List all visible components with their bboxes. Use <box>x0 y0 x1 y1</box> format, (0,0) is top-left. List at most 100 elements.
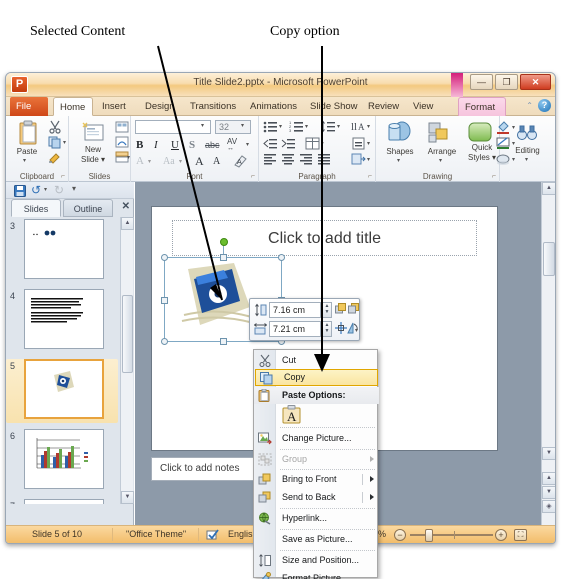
text-direction-icon[interactable]: ll A <box>351 119 367 133</box>
italic-button[interactable]: I <box>154 139 158 151</box>
align-right-icon[interactable] <box>299 153 313 165</box>
tab-format[interactable]: Format <box>458 97 506 116</box>
paragraph-dialog-launcher[interactable]: ⌐ <box>368 173 372 180</box>
menu-item-hyperlink[interactable]: Hyperlink... <box>254 510 379 527</box>
shapes-label[interactable]: Shapes <box>378 147 422 156</box>
menu-item-save-as-picture[interactable]: Save as Picture... <box>254 531 379 548</box>
menu-item-size-and-position[interactable]: Size and Position... <box>254 552 379 569</box>
menu-item-copy[interactable]: Copy <box>255 369 378 386</box>
thumbnail-slide-6[interactable]: 6 <box>6 429 118 493</box>
menu-item-format-picture[interactable]: Format Picture... <box>254 570 379 579</box>
editing-dropdown-icon[interactable]: ▾ <box>525 156 528 163</box>
font-name-combo[interactable] <box>135 120 211 134</box>
arrange-label[interactable]: Arrange <box>420 147 464 156</box>
clipboard-dialog-launcher[interactable]: ⌐ <box>61 173 65 180</box>
paste-icon[interactable] <box>16 120 42 146</box>
zoom-slider-track[interactable] <box>410 534 493 536</box>
shape-width-spinner[interactable]: ▲ ▼ <box>322 321 332 337</box>
rotate-dropdown-icon[interactable]: ▾ <box>355 327 358 334</box>
align-center-icon[interactable] <box>281 153 295 165</box>
tab-slides[interactable]: Slides <box>11 199 61 217</box>
line-spacing-icon[interactable] <box>321 120 336 133</box>
format-painter-icon[interactable] <box>48 151 62 164</box>
bullets-dropdown-icon[interactable]: ▾ <box>279 123 282 130</box>
resize-handle-tl[interactable] <box>161 254 168 261</box>
submenu-arrow-icon[interactable] <box>370 476 374 482</box>
clear-formatting-icon[interactable]: A <box>233 154 248 168</box>
thumbnail-slide-3[interactable]: 3 ▪ ▪ <box>6 219 118 283</box>
shapes-dropdown-icon[interactable]: ▾ <box>397 157 400 164</box>
justify-icon[interactable] <box>317 153 331 165</box>
tab-transitions[interactable]: Transitions <box>184 97 241 116</box>
arrange-icon[interactable] <box>428 122 452 144</box>
spellcheck-icon[interactable] <box>206 529 220 541</box>
tab-animations[interactable]: Animations <box>244 97 301 116</box>
resize-handle-tm[interactable] <box>220 254 227 261</box>
minimize-button[interactable]: — <box>470 74 493 90</box>
align-icon[interactable] <box>335 322 347 334</box>
convert-smartart-dropdown-icon[interactable]: ▾ <box>367 156 370 163</box>
bold-button[interactable]: B <box>136 139 143 151</box>
editing-label[interactable]: Editing <box>505 146 550 155</box>
new-slide-icon[interactable] <box>81 121 105 145</box>
thumbnail-slide-4[interactable]: 4 <box>6 289 118 353</box>
paste-label[interactable]: Paste <box>9 147 45 156</box>
scrollbar-thumb[interactable] <box>543 242 555 276</box>
columns-icon[interactable] <box>305 137 320 150</box>
zoom-out-button[interactable]: − <box>394 529 406 541</box>
align-text-dropdown-icon[interactable]: ▾ <box>367 140 370 147</box>
undo-icon[interactable]: ↺ <box>31 183 41 197</box>
tab-review[interactable]: Review <box>362 97 404 116</box>
previous-slide-button[interactable]: ▲ <box>542 472 555 485</box>
scrollbar-thumb[interactable] <box>122 295 133 373</box>
shrink-font-button[interactable]: A <box>213 156 220 167</box>
copy-icon[interactable] <box>48 136 62 149</box>
save-icon[interactable] <box>14 185 26 197</box>
slide-divider-icon[interactable]: ◈ <box>542 500 555 513</box>
undo-dropdown-icon[interactable]: ▾ <box>44 186 47 193</box>
tab-home[interactable]: Home <box>53 97 93 116</box>
rotation-handle[interactable] <box>220 238 228 246</box>
font-size-combo[interactable]: 32 <box>215 120 251 134</box>
customize-qat-icon[interactable]: ▾ <box>72 184 76 193</box>
menu-item-bring-to-front[interactable]: Bring to Front <box>254 471 379 488</box>
text-shadow-button[interactable]: S <box>189 139 195 151</box>
thumbnail-slide-5[interactable]: 5 <box>6 359 118 423</box>
scroll-down-arrow[interactable]: ▼ <box>121 491 134 504</box>
close-pane-icon[interactable]: ✕ <box>122 201 130 212</box>
binoculars-icon[interactable] <box>517 124 537 142</box>
cut-icon[interactable] <box>48 120 62 134</box>
menu-item-send-to-back[interactable]: Send to Back <box>254 489 379 506</box>
shape-height-field[interactable]: 7.16 cm <box>269 302 321 318</box>
paste-keep-text-icon[interactable]: A <box>282 405 301 424</box>
change-case-dropdown-icon[interactable]: ▾ <box>179 158 182 165</box>
title-placeholder[interactable]: Click to add title <box>172 220 477 256</box>
numbering-icon[interactable]: 1 2 3 <box>289 120 304 133</box>
line-spacing-dropdown-icon[interactable]: ▾ <box>337 123 340 130</box>
scroll-up-arrow[interactable]: ▲ <box>121 217 134 230</box>
section-dropdown-icon[interactable]: ▾ <box>127 154 130 161</box>
change-case-button[interactable]: Aa <box>163 156 175 167</box>
submenu-arrow-icon[interactable] <box>370 494 374 500</box>
slide-counter[interactable]: Slide 5 of 10 <box>32 529 82 539</box>
grow-font-button[interactable]: A <box>195 154 204 169</box>
slide-vertical-scrollbar[interactable]: ▲ ▼ ▲ ▼ ◈ <box>541 182 555 527</box>
tab-view[interactable]: View <box>407 97 442 116</box>
font-size-dropdown-icon[interactable]: ▾ <box>241 122 244 129</box>
resize-handle-ml[interactable] <box>161 297 168 304</box>
shape-height-spinner[interactable]: ▲ ▼ <box>322 302 332 318</box>
theme-name[interactable]: "Office Theme" <box>126 529 186 539</box>
close-button[interactable]: ✕ <box>520 74 551 90</box>
font-name-dropdown-icon[interactable]: ▾ <box>201 122 204 129</box>
collapse-ribbon-icon[interactable]: ⌃ <box>526 101 533 110</box>
slide-layout-icon[interactable] <box>115 121 129 133</box>
thumbnail-slide-7[interactable]: 7 <box>6 499 118 504</box>
thumbnail-scrollbar[interactable]: ▲ ▼ <box>120 217 134 504</box>
decrease-indent-icon[interactable] <box>263 137 278 150</box>
tab-outline[interactable]: Outline <box>63 199 113 217</box>
send-backward-icon[interactable] <box>348 303 360 315</box>
align-left-icon[interactable] <box>263 153 277 165</box>
shape-width-field[interactable]: 7.21 cm <box>269 321 321 337</box>
paste-option-gallery[interactable]: A <box>254 404 379 425</box>
drawing-dialog-launcher[interactable]: ⌐ <box>492 173 496 180</box>
